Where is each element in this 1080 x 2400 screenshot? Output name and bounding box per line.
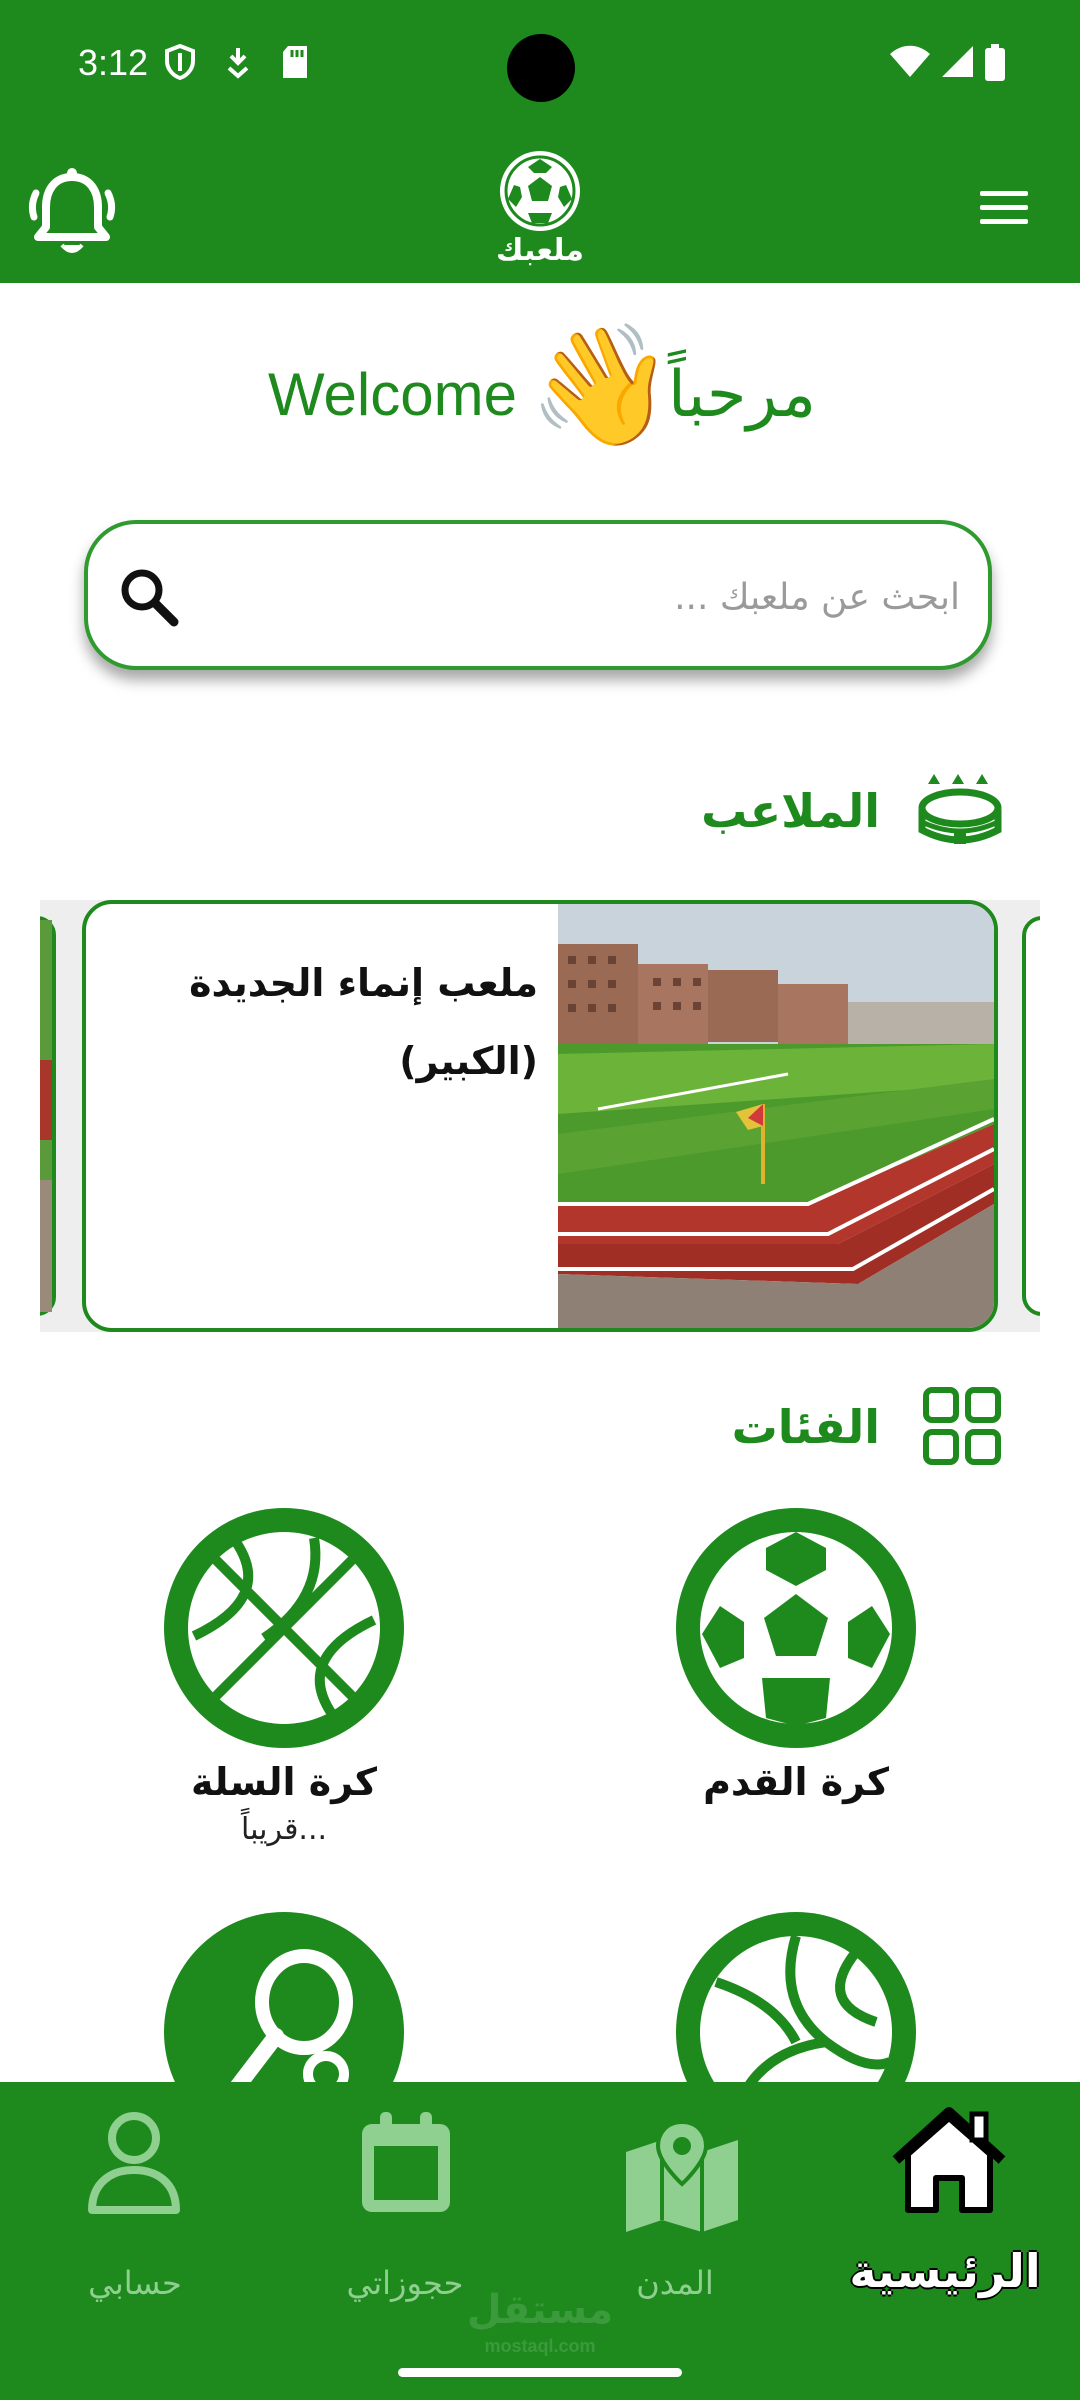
- stadium-card[interactable]: ملعب إنماء الجديدة (الكبير): [82, 900, 998, 1332]
- search-input[interactable]: [198, 554, 962, 640]
- watermark-text: مستقل: [466, 2287, 614, 2333]
- battery-icon: [985, 44, 1005, 81]
- menu-bar-icon: [980, 191, 1028, 196]
- search-icon[interactable]: [118, 566, 180, 628]
- hamburger-menu-button[interactable]: [980, 191, 1028, 227]
- stadium-name: ملعب إنماء الجديدة (الكبير): [138, 944, 538, 1100]
- nav-label: حسابي: [88, 2264, 182, 2302]
- categories-section-header: الفئات: [602, 1386, 1002, 1476]
- stadium-card-prev-photo: [40, 920, 52, 1312]
- sd-card-icon: [283, 46, 307, 78]
- category-label: كرة القدم: [703, 1760, 889, 1804]
- nav-account[interactable]: حسابي: [0, 2082, 270, 2332]
- signal-icon: [942, 46, 973, 77]
- stadiums-title: الملاعب: [701, 784, 880, 838]
- home-icon: [892, 2107, 1006, 2213]
- status-bar: 3:12: [0, 0, 1080, 135]
- menu-bar-icon: [980, 219, 1028, 224]
- camera-cutout: [507, 34, 575, 102]
- soccer-ball-icon: [676, 1508, 916, 1748]
- category-football[interactable]: كرة القدم: [626, 1508, 966, 1804]
- stadium-card-prev[interactable]: [40, 916, 56, 1316]
- watermark: مستقل mostaql.com: [460, 2287, 620, 2364]
- waving-hand-icon: 👋: [528, 316, 675, 454]
- watermark-url: mostaql.com: [484, 2336, 596, 2356]
- shield-icon: [165, 44, 195, 80]
- stadiums-carousel[interactable]: ملعب إنماء الجديدة (الكبير): [40, 900, 1040, 1332]
- stadium-card-next[interactable]: [1022, 916, 1040, 1316]
- nav-label: الرئيسية: [849, 2244, 1041, 2298]
- bottom-navigation: الرئيسية المدن حجوزاتي حسابي مستقل mosta…: [0, 2082, 1080, 2400]
- app-logo: ملعبك: [488, 147, 592, 277]
- stadium-icon: [918, 774, 1002, 844]
- stadium-name-line1: ملعب إنماء الجديدة: [189, 961, 538, 1005]
- grid-icon: [923, 1387, 1001, 1465]
- stadiums-section-header: الملاعب: [602, 770, 1002, 860]
- wifi-icon: [890, 45, 930, 77]
- stadium-name-line2: (الكبير): [399, 1039, 538, 1083]
- stadium-photo: [558, 904, 994, 1328]
- category-basketball[interactable]: كرة السلة قريباً...: [114, 1508, 454, 1847]
- calendar-icon: [362, 2112, 450, 2212]
- menu-bar-icon: [980, 205, 1028, 210]
- logo-ball-icon: [500, 151, 580, 231]
- welcome-arabic: مرحباً: [668, 358, 816, 432]
- welcome-banner: Welcome 👋 مرحباً: [0, 320, 1080, 460]
- map-icon: [626, 2122, 738, 2232]
- logo-text: ملعبك: [496, 233, 584, 268]
- download-icon: [227, 48, 249, 79]
- app-header: ملعبك: [0, 135, 1080, 283]
- coming-soon-label: قريباً...: [240, 1812, 328, 1847]
- gesture-home-bar[interactable]: [398, 2368, 682, 2377]
- categories-title: الفئات: [731, 1400, 880, 1454]
- search-bar[interactable]: [84, 520, 992, 670]
- status-time: 3:12: [78, 42, 149, 83]
- nav-home[interactable]: الرئيسية: [810, 2082, 1080, 2332]
- user-icon: [88, 2112, 180, 2214]
- notification-bell-icon[interactable]: [26, 163, 118, 259]
- category-label: كرة السلة: [191, 1760, 377, 1804]
- welcome-english: Welcome: [268, 361, 517, 428]
- basketball-icon: [164, 1508, 404, 1748]
